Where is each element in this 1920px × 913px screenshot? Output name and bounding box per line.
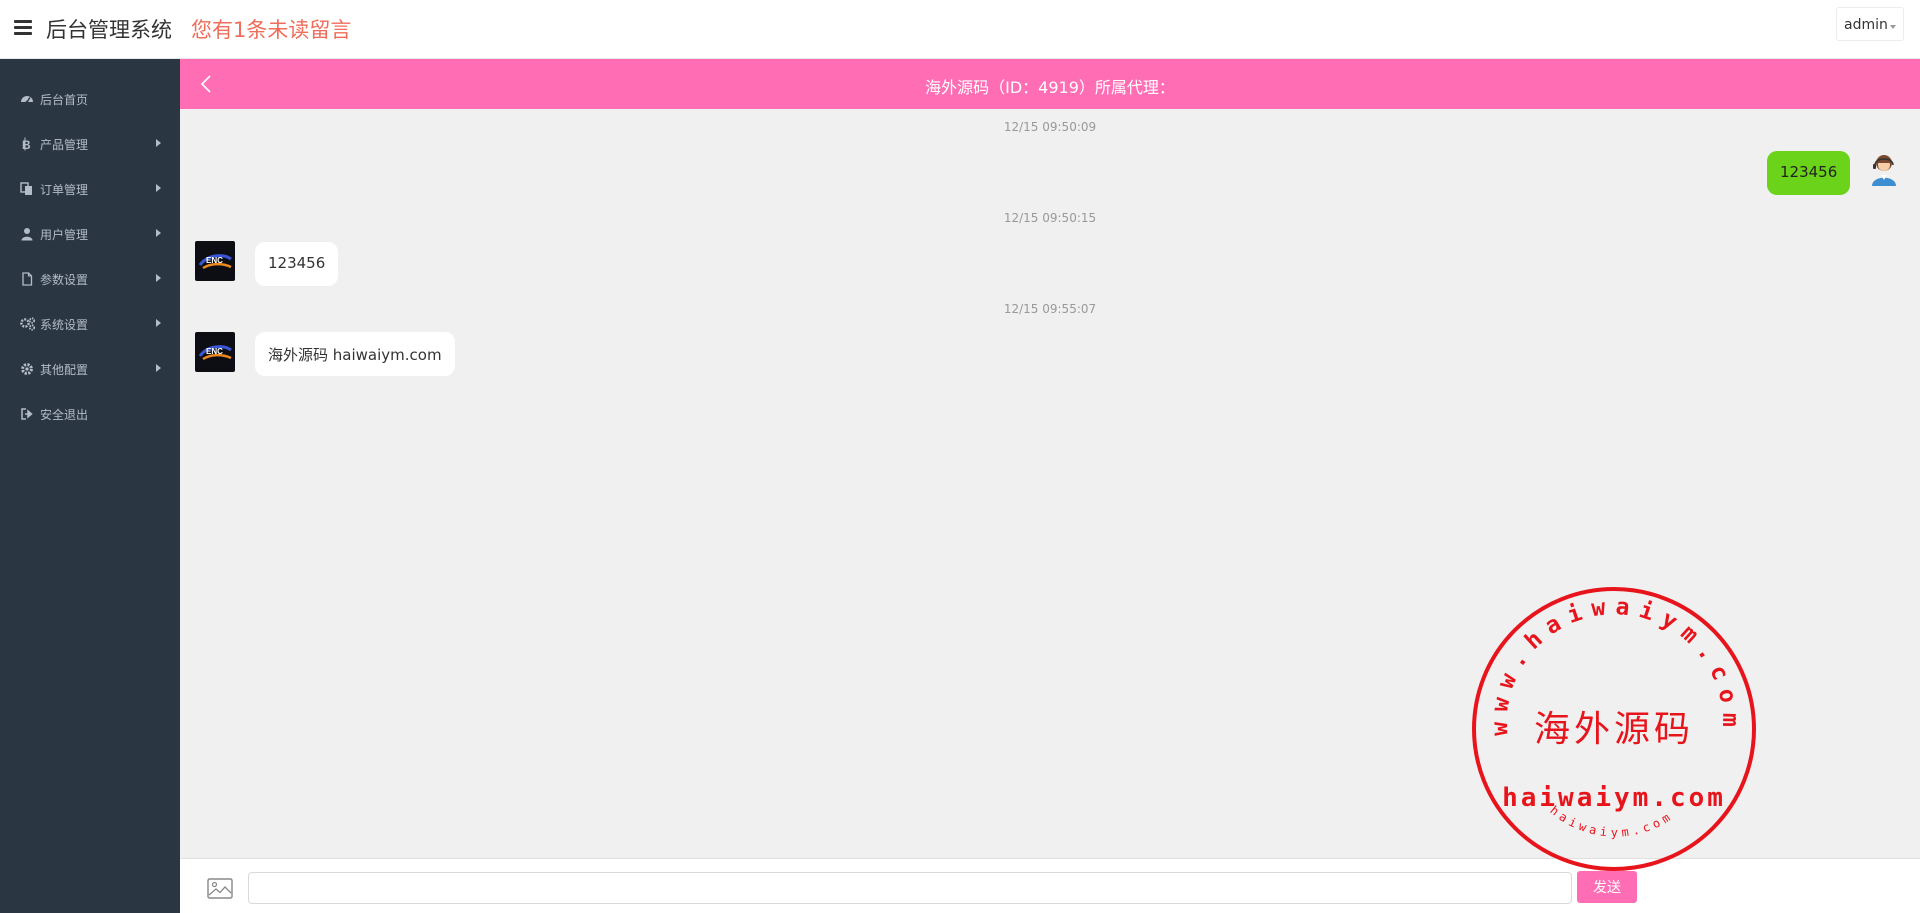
file-icon [22,272,33,286]
sidebar-item-label: 后台首页 [40,93,89,107]
agent-avatar [1872,155,1896,186]
message-bubble-received: 海外源码 haiwaiym.com [255,332,455,376]
message-composer: 发送 [180,858,1920,913]
watermark-stamp: www.haiwaiym.com 海外源码 haiwaiym.com haiwa… [1472,587,1756,871]
enc-logo-text: ENC [206,256,223,265]
sidebar-item-dashboard[interactable]: 后台首页 [0,79,180,119]
user-dropdown[interactable]: admin [1836,7,1904,41]
chat-header: 海外源码（ID：4919）所属代理： [180,59,1920,109]
sidebar-item-label: 产品管理 [40,138,89,152]
files-icon [20,182,32,195]
sidebar-item-logout[interactable]: 安全退出 [0,394,180,434]
sidebar-item-orders[interactable]: 订单管理 [0,169,180,209]
chevron-right-icon [156,364,161,372]
unread-notice-link[interactable]: 您有1条未读留言 [191,14,351,44]
gears-icon [20,317,36,331]
sidebar-item-label: 用户管理 [40,228,89,242]
sidebar-item-label: 系统设置 [40,318,89,332]
sidebar-item-label: 参数设置 [40,273,89,287]
dashboard-icon [21,96,33,104]
sidebar: 后台首页 B 产品管理 订单管理 用户管理 参数设置 系统设置 其他配置 安全退… [0,59,180,913]
svg-text:B: B [22,138,31,151]
chevron-right-icon [156,184,161,192]
enc-logo-icon: ENC [198,254,232,270]
customer-avatar: ENC [195,241,235,281]
sidebar-item-other-config[interactable]: 其他配置 [0,349,180,389]
hamburger-menu-icon[interactable] [14,20,32,36]
chat-title: 海外源码（ID：4919）所属代理： [925,78,1175,97]
app-title: 后台管理系统 [46,18,172,42]
sign-out-icon [21,408,33,420]
image-upload-icon[interactable] [207,878,233,899]
chevron-right-icon [156,274,161,282]
chevron-right-icon [156,229,161,237]
stamp-bottom-text: haiwaiym.com [1547,803,1676,840]
message-bubble-received: 123456 [255,242,339,286]
sidebar-item-products[interactable]: B 产品管理 [0,124,180,164]
sidebar-item-label: 其他配置 [40,363,89,377]
message-timestamp: 12/15 09:50:09 [1003,120,1097,134]
message-timestamp: 12/15 09:55:07 [1003,302,1097,316]
stamp-ring-text: www.haiwaiym.com [1487,594,1743,736]
message-bubble-sent: 123456 [1767,151,1851,195]
message-input[interactable] [248,872,1572,904]
message-timestamp: 12/15 09:50:15 [1003,211,1097,225]
chevron-right-icon [156,319,161,327]
user-name: admin [1844,17,1888,33]
stamp-center-text: 海外源码 [1534,709,1694,750]
stamp-domain-text: haiwaiym.com [1502,783,1726,813]
chevron-right-icon [156,139,161,147]
customer-avatar: ENC [195,332,235,372]
enc-logo-text: ENC [206,347,223,356]
top-header: 后台管理系统 您有1条未读留言 admin [0,0,1920,59]
user-icon [21,228,33,241]
send-button[interactable]: 发送 [1577,871,1637,903]
sidebar-item-label: 安全退出 [40,408,89,422]
bitcoin-icon: B [22,137,31,151]
caret-down-icon [1890,25,1896,29]
sidebar-item-system-settings[interactable]: 系统设置 [0,304,180,344]
sidebar-item-users[interactable]: 用户管理 [0,214,180,254]
sidebar-item-params[interactable]: 参数设置 [0,259,180,299]
gear-icon [21,363,33,375]
sidebar-item-label: 订单管理 [40,183,89,197]
enc-logo-icon: ENC [198,345,232,361]
